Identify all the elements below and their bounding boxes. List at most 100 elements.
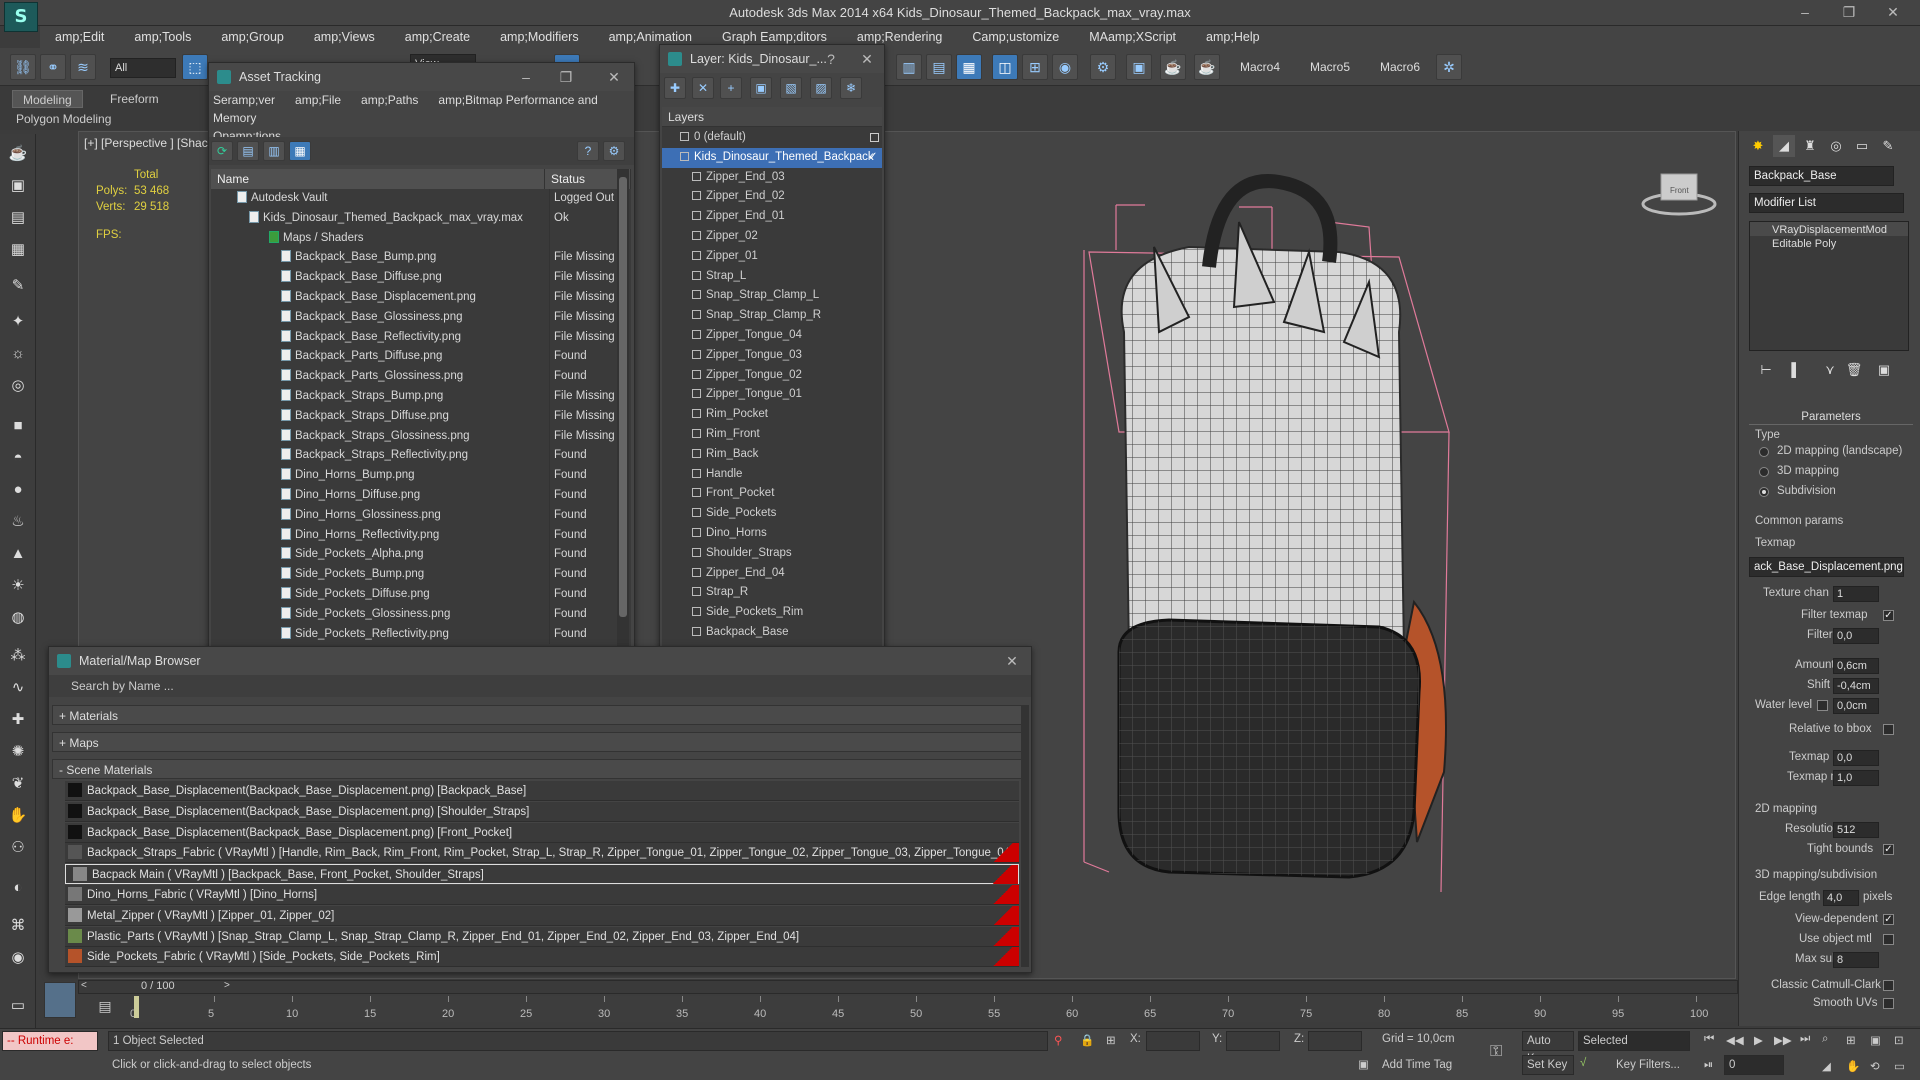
script-icon[interactable]: ⌘ — [6, 914, 30, 938]
section-maps[interactable]: + Maps — [52, 732, 1022, 752]
layer-row[interactable]: 0 (default) — [662, 128, 882, 148]
app-logo-button[interactable]: S — [4, 2, 38, 32]
use-object-mtl-checkbox[interactable] — [1883, 934, 1894, 945]
key-mode-icon[interactable]: ⏯ — [1704, 1059, 1713, 1072]
material-editor-icon[interactable]: ◉ — [1052, 54, 1078, 80]
key-icon[interactable]: ⚿ — [1490, 1043, 1502, 1061]
layer-row[interactable]: Zipper_Tongue_04 — [662, 326, 882, 346]
radio-2d-mapping[interactable] — [1759, 447, 1769, 457]
layer-row[interactable]: Zipper_End_01 — [662, 207, 882, 227]
isolate-icon[interactable]: ⚲ — [1054, 1033, 1062, 1047]
asset-row[interactable]: Backpack_Base_Reflectivity.png File Missi… — [211, 327, 621, 348]
layer-row[interactable]: Strap_L — [662, 267, 882, 287]
asset-row[interactable]: Dino_Horns_Diffuse.png Found — [211, 486, 621, 506]
asset-close-button[interactable]: ✕ — [603, 67, 625, 87]
minimize-button[interactable]: – — [1790, 2, 1820, 22]
menu-group[interactable]: amp;Group — [206, 26, 299, 48]
key-filters-button[interactable]: Key Filters... — [1616, 1059, 1680, 1071]
radio-subdivision[interactable] — [1759, 487, 1769, 497]
asset-row[interactable]: Side_Pockets_Bump.png Found — [211, 565, 621, 585]
parameters-rollout[interactable]: Parameters — [1749, 409, 1913, 425]
asset-row[interactable]: Backpack_Base_Bump.png File Missing — [211, 248, 621, 269]
orbit-icon[interactable]: ⟲ — [1870, 1059, 1880, 1073]
rendered-frame-icon[interactable]: ▣ — [1126, 54, 1152, 80]
render-teapot-icon[interactable]: ☕ — [1194, 54, 1220, 80]
material-browser-scrollbar[interactable] — [1021, 705, 1029, 967]
hair-icon[interactable]: ∿ — [6, 676, 30, 700]
scene-material-row[interactable]: Backpack_Base_Displacement(Backpack_Base… — [65, 801, 1019, 822]
macro5-button[interactable]: Macro5 — [1310, 60, 1350, 74]
hide-all-icon[interactable]: ▨ — [810, 77, 832, 99]
cone-icon[interactable]: ▲ — [6, 542, 30, 566]
asset-row[interactable]: Dino_Horns_Glossiness.png Found — [211, 505, 621, 526]
active-layer-check-icon[interactable]: ✓ — [868, 148, 878, 168]
material-browser-close-button[interactable]: ✕ — [1001, 651, 1023, 671]
layer-row[interactable]: Rim_Back — [662, 445, 882, 465]
material-sphere-icon[interactable]: ◍ — [6, 606, 30, 630]
smooth-uvs-checkbox[interactable] — [1883, 998, 1894, 1009]
layer-row[interactable]: Rim_Front — [662, 425, 882, 445]
bind-space-warp-icon[interactable]: ≋ — [70, 54, 96, 80]
modifier-list-dropdown[interactable]: Modifier List — [1749, 193, 1904, 213]
asset-minimize-button[interactable]: – — [515, 67, 537, 87]
asset-row[interactable]: Side_Pockets_Diffuse.png Found — [211, 585, 621, 605]
configure-sets-icon[interactable]: ▣ — [1873, 359, 1895, 381]
resolution-input[interactable]: 512 — [1833, 822, 1879, 838]
asset-row[interactable]: Backpack_Base_Glossiness.png File Missing — [211, 307, 621, 328]
field-of-view-icon[interactable]: ◢ — [1822, 1059, 1831, 1073]
dynamics-icon[interactable]: ✺ — [6, 740, 30, 764]
view-dependent-checkbox[interactable]: ✓ — [1883, 914, 1894, 925]
layer-row[interactable]: Zipper_End_04 — [662, 564, 882, 584]
select-layer-icon[interactable]: ▣ — [750, 77, 772, 99]
prev-frame-icon[interactable]: ◀◀ — [1726, 1033, 1744, 1047]
particles-icon[interactable]: ⁂ — [6, 644, 30, 668]
detail-view-icon[interactable]: ▥ — [263, 141, 285, 161]
zoom-extents-icon[interactable]: ▣ — [1870, 1033, 1881, 1047]
y-coordinate-field[interactable] — [1226, 1031, 1280, 1051]
scene-material-row[interactable]: Dino_Horns_Fabric ( VRayMtl ) [Dino_Horn… — [65, 885, 1019, 905]
water-level-checkbox[interactable] — [1817, 700, 1828, 711]
asset-row[interactable]: Kids_Dinosaur_Themed_Backpack_max_vray.m… — [211, 208, 621, 229]
stack-item-vraydisplacementmod[interactable]: VRayDisplacementMod — [1750, 222, 1908, 236]
bones-icon[interactable]: ⚇ — [6, 836, 30, 860]
layer-manager-icon[interactable]: ▤ — [926, 54, 952, 80]
add-to-layer-icon[interactable]: + — [720, 77, 742, 99]
column-name[interactable]: Name — [211, 169, 545, 189]
asset-row[interactable]: Backpack_Base_Diffuse.png File Missing — [211, 268, 621, 288]
camera-icon[interactable]: ▣ — [6, 174, 30, 198]
display-tab-icon[interactable]: ▭ — [1851, 135, 1873, 157]
refresh-icon[interactable]: ⟳ — [211, 141, 233, 161]
modify-tab-icon[interactable]: ◢ — [1773, 135, 1795, 157]
hand-icon[interactable]: ✋ — [6, 804, 30, 828]
highlight-layer-icon[interactable]: ▧ — [780, 77, 802, 99]
macro4-button[interactable]: Macro4 — [1240, 60, 1280, 74]
help-icon[interactable]: ? — [577, 141, 599, 161]
scene-material-row[interactable]: Bacpack Main ( VRayMtl ) [Backpack_Base,… — [65, 864, 1019, 885]
amount-input[interactable]: 0,6cm — [1833, 658, 1879, 674]
list-view-icon[interactable]: ▤ — [237, 141, 259, 161]
scene-material-row[interactable]: Metal_Zipper ( VRayMtl ) [Zipper_01, Zip… — [65, 905, 1019, 926]
teapot-small-icon[interactable]: ♨ — [6, 510, 30, 534]
menu-modifiers[interactable]: amp;Modifiers — [485, 26, 594, 48]
scene-material-row[interactable]: Plastic_Parts ( VRayMtl ) [Snap_Strap_Cl… — [65, 926, 1019, 947]
menu-help[interactable]: amp;Help — [1191, 26, 1275, 48]
current-layer-icon[interactable] — [870, 133, 879, 142]
shift-input[interactable]: -0,4cm — [1833, 678, 1879, 694]
layer-help-button[interactable]: ? — [820, 49, 842, 69]
layer-row[interactable]: Side_Pockets_Rim — [662, 603, 882, 623]
next-frame-icon[interactable]: ▶▶ — [1774, 1033, 1792, 1047]
delete-layer-icon[interactable]: ✕ — [692, 77, 714, 99]
make-unique-icon[interactable]: ⋎ — [1819, 359, 1841, 381]
schematic-view-icon[interactable]: ⊞ — [1022, 54, 1048, 80]
texmap-max-input[interactable]: 1,0 — [1833, 770, 1879, 786]
current-frame-field[interactable]: 0 — [1724, 1055, 1784, 1075]
render-production-icon[interactable]: ☕ — [1160, 54, 1186, 80]
asset-row[interactable]: Dino_Horns_Reflectivity.png Found — [211, 525, 621, 546]
texture-chan-input[interactable]: 1 — [1833, 586, 1879, 602]
mini-listener-icon[interactable]: ▭ — [6, 994, 30, 1018]
teapot-icon[interactable]: ☕ — [6, 142, 30, 166]
texmap-button[interactable]: ack_Base_Displacement.png) — [1749, 557, 1904, 577]
texmap-min-input[interactable]: 0,0 — [1833, 750, 1879, 766]
add-time-tag[interactable]: Add Time Tag — [1382, 1059, 1452, 1071]
curve-editor-icon[interactable]: ◫ — [992, 54, 1018, 80]
